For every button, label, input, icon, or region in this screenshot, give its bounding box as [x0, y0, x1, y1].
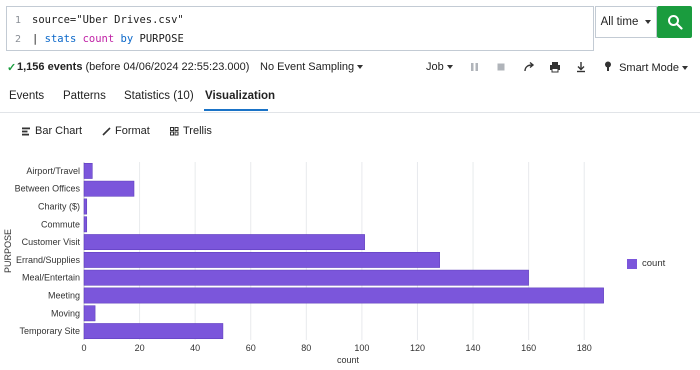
check-icon: ✓	[7, 62, 17, 74]
search-mode-label: Smart Mode	[619, 62, 679, 74]
bar-meal-entertain[interactable]	[83, 269, 529, 286]
time-range-label: All time	[600, 16, 639, 28]
bar-commute[interactable]	[83, 216, 88, 233]
event-sampling-dropdown[interactable]: No Event Sampling	[260, 61, 364, 73]
export-icon[interactable]	[575, 61, 587, 76]
line-number: 2	[15, 34, 22, 45]
y-tick-label: Customer Visit	[22, 237, 81, 247]
x-tick-label: 0	[81, 343, 86, 353]
format-button[interactable]: Format	[102, 125, 150, 137]
x-tick-label: 40	[190, 343, 200, 353]
legend-swatch	[627, 258, 637, 269]
job-menu[interactable]: Job	[426, 61, 453, 73]
y-tick-label: Between Offices	[15, 184, 81, 194]
bar-chart: Airport/Travel Between Offices Charity ($)…	[3, 162, 604, 365]
time-range-picker[interactable]: All time	[595, 6, 657, 38]
y-tick-label: Commute	[41, 219, 80, 229]
caret-down-icon	[645, 20, 652, 24]
x-axis-title: count	[337, 355, 360, 365]
job-menu-label: Job	[426, 61, 444, 73]
x-tick-label: 100	[354, 343, 369, 353]
lightbulb-icon	[605, 61, 611, 71]
trellis-label: Trellis	[183, 125, 212, 137]
search-query-line-1: source="Uber Drives.csv"	[32, 14, 184, 26]
bar-chart-icon	[22, 127, 30, 135]
pencil-icon	[102, 126, 111, 136]
search-query-line-2: | stats count by PURPOSE	[32, 33, 184, 45]
x-tick-label: 80	[301, 343, 311, 353]
x-tick-label: 20	[135, 343, 145, 353]
search-mode-dropdown[interactable]: Smart Mode	[604, 61, 688, 74]
chart-legend: count	[627, 258, 665, 269]
bar-temporary-site[interactable]	[83, 323, 224, 340]
tab-statistics[interactable]: Statistics (10)	[124, 90, 194, 102]
tab-events[interactable]: Events	[9, 90, 44, 102]
bar-errand-supplies[interactable]	[83, 251, 440, 268]
event-count: 1,156 events	[17, 61, 83, 73]
y-tick-label: Meal/Entertain	[22, 273, 80, 283]
y-axis-title: PURPOSE	[3, 229, 13, 273]
bar-customer-visit[interactable]	[83, 234, 365, 251]
line-number: 1	[15, 15, 22, 26]
job-status-bar: ✓ 1,156 events (before 04/06/2024 22:55:…	[0, 56, 700, 80]
results-tabs: Events Patterns Statistics (10) Visualiz…	[0, 84, 700, 113]
stop-icon[interactable]	[496, 61, 506, 76]
bar-between-offices[interactable]	[83, 180, 135, 197]
x-tick-label: 180	[577, 343, 592, 353]
x-tick-label: 160	[521, 343, 536, 353]
chart-type-label: Bar Chart	[35, 125, 83, 137]
active-tab-indicator	[204, 109, 268, 111]
y-tick-label: Errand/Supplies	[16, 255, 81, 265]
x-tick-label: 60	[246, 343, 256, 353]
x-tick-label: 120	[410, 343, 425, 353]
tab-visualization[interactable]: Visualization	[205, 90, 275, 102]
y-tick-label: Temporary Site	[19, 326, 80, 336]
tab-patterns[interactable]: Patterns	[63, 90, 106, 102]
by-token: by	[120, 33, 134, 45]
search-input[interactable]: 1 2 source="Uber Drives.csv" | stats cou…	[6, 6, 594, 51]
caret-down-icon	[446, 65, 453, 70]
y-tick-label: Meeting	[48, 291, 80, 301]
bar-airport-travel[interactable]	[83, 162, 93, 179]
y-tick-label: Moving	[51, 308, 80, 318]
y-tick-label: Charity ($)	[38, 202, 80, 212]
pipe-token: |	[32, 33, 45, 45]
print-icon[interactable]	[549, 61, 561, 76]
search-icon	[667, 15, 683, 30]
bar-charity[interactable]	[83, 198, 88, 215]
function-token: count	[82, 33, 115, 45]
share-icon[interactable]	[523, 61, 535, 76]
field-token: PURPOSE	[139, 33, 184, 45]
pause-icon[interactable]	[470, 61, 480, 76]
caret-down-icon	[357, 65, 364, 70]
legend-label: count	[642, 258, 666, 269]
trellis-icon	[170, 126, 179, 135]
bar-moving[interactable]	[83, 305, 96, 322]
caret-down-icon	[681, 66, 688, 71]
search-button[interactable]	[657, 6, 692, 38]
y-tick-label: Airport/Travel	[26, 166, 80, 176]
trellis-button[interactable]: Trellis	[170, 125, 212, 137]
event-sampling-label: No Event Sampling	[260, 61, 355, 73]
event-count-time: (before 04/06/2024 22:55:23.000)	[85, 61, 250, 73]
event-count-summary: 1,156 events (before 04/06/2024 22:55:23…	[17, 61, 249, 73]
x-tick-label: 140	[466, 343, 481, 353]
chart-type-button[interactable]: Bar Chart	[22, 125, 82, 137]
format-label: Format	[115, 125, 150, 137]
bar-meeting[interactable]	[83, 287, 604, 304]
command-token: stats	[44, 33, 77, 45]
